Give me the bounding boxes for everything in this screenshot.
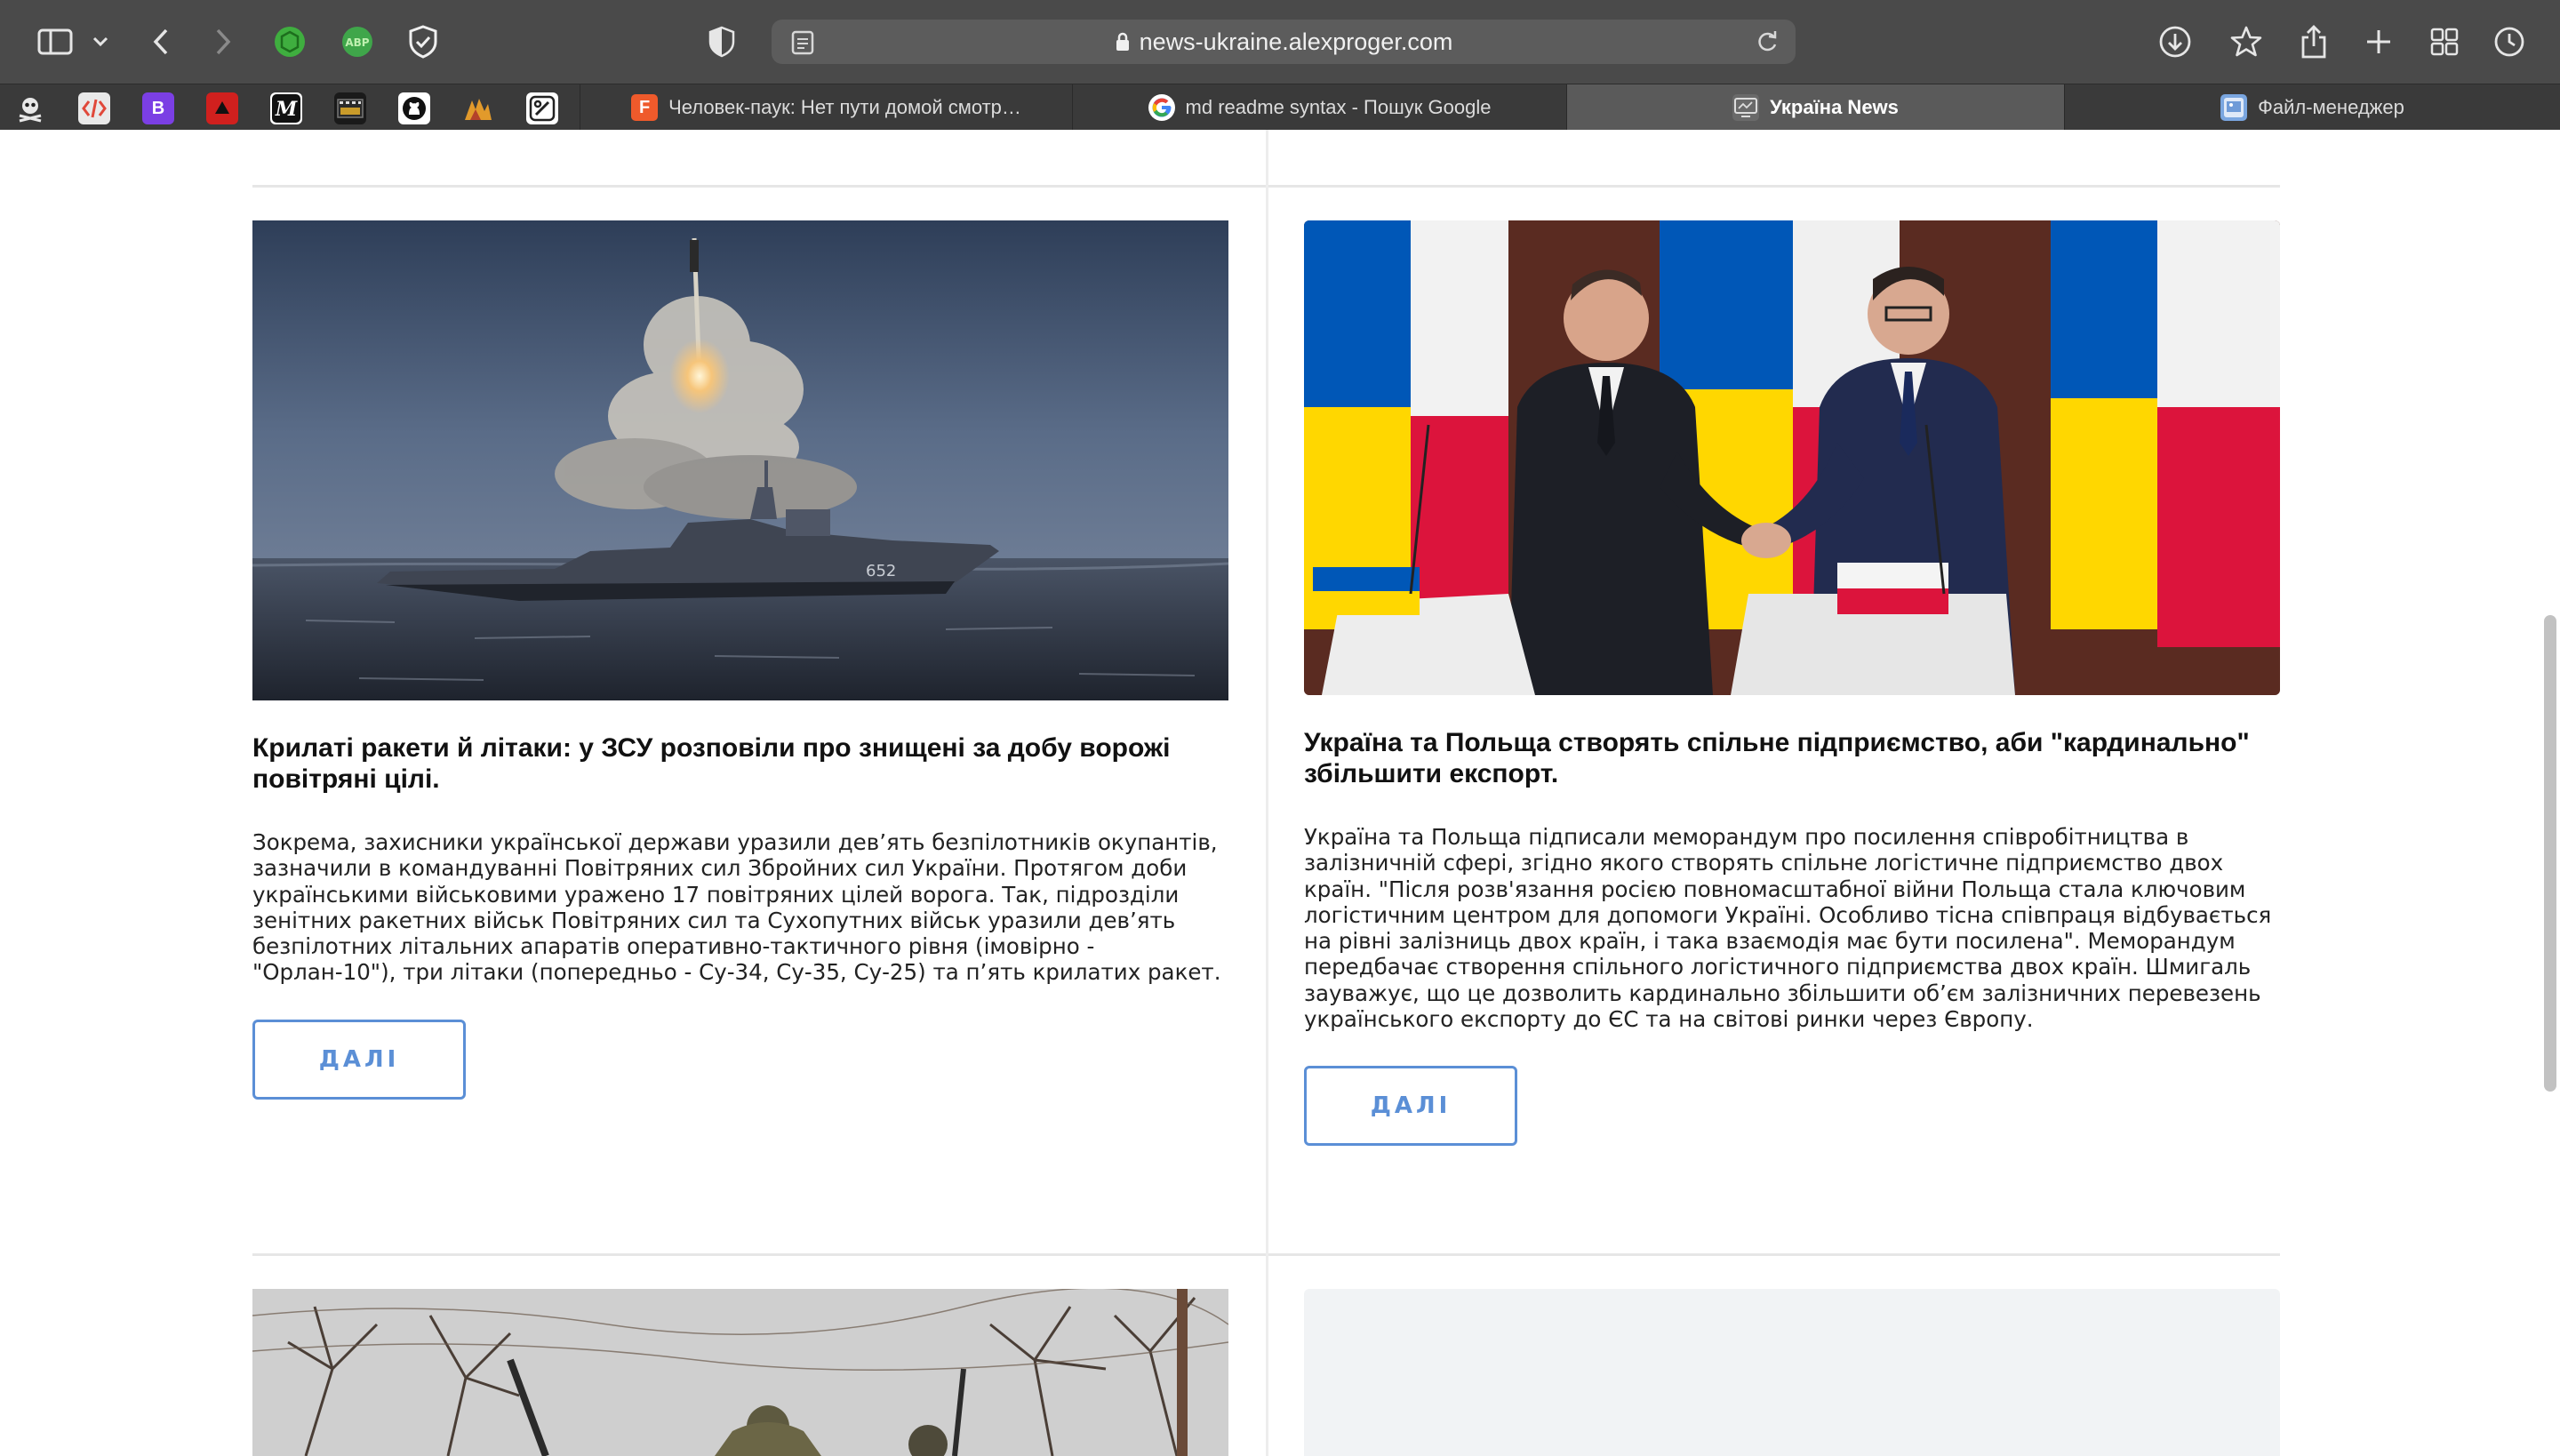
tab-bar: B M F Человек-паук: Нет пути домой смотр… [0, 84, 2560, 131]
code-icon[interactable] [78, 92, 110, 124]
article-title[interactable]: Україна та Польща створять спільне підпр… [1304, 727, 2280, 789]
read-more-button[interactable]: ДАЛІ [252, 1019, 466, 1100]
article-image-handshake[interactable] [1304, 220, 2280, 695]
tab-title: Файл-менеджер [2258, 96, 2404, 118]
url-value: news-ukraine.alexproger.com [1139, 28, 1453, 55]
chevron-down-icon[interactable] [89, 20, 112, 64]
page-content: 652 Крилаті ракети й літаки: у ЗСУ розпо… [0, 130, 2560, 1456]
lock-icon [1115, 22, 1131, 67]
tab-icon-letter: F [638, 97, 651, 117]
anime-icon[interactable] [462, 92, 494, 124]
privacy-shield-icon[interactable] [704, 20, 740, 64]
svg-text:ABP: ABP [345, 36, 369, 49]
tab-google-search[interactable]: md readme syntax - Пошук Google [1072, 84, 1566, 131]
tab-file-manager[interactable]: Файл-менеджер [2064, 84, 2560, 131]
green-extension-icon[interactable] [272, 20, 308, 64]
medium-letter: M [275, 98, 298, 121]
row-divider [1268, 1253, 2280, 1256]
article-image-missile[interactable]: 652 [252, 220, 1228, 700]
sidebar-toggle-icon[interactable] [36, 20, 75, 64]
row-divider [1268, 185, 2280, 188]
browser-toolbar: ABP news-ukraine.alexproger.com [0, 0, 2560, 84]
downloads-icon[interactable] [2156, 20, 2194, 64]
medium-icon[interactable]: M [270, 92, 302, 124]
tab-title: md readme syntax - Пошук Google [1185, 96, 1492, 118]
google-icon [1148, 94, 1175, 121]
column-divider [1266, 130, 1268, 1456]
share-icon[interactable] [2295, 20, 2332, 64]
address-bar[interactable]: news-ukraine.alexproger.com [772, 20, 1796, 64]
bootstrap-label: B [151, 98, 165, 118]
github-icon[interactable] [398, 92, 430, 124]
pirate-icon[interactable] [14, 92, 46, 124]
forward-icon[interactable] [210, 20, 236, 64]
row-divider [252, 1253, 1266, 1256]
news-card: Україна та Польща створять спільне підпр… [1304, 220, 2280, 1147]
monitor-icon [1732, 94, 1760, 121]
reload-icon[interactable] [1755, 29, 1780, 59]
article-title[interactable]: Крилаті ракети й літаки: у ЗСУ розповіли… [252, 732, 1228, 795]
tab-ukraine-news[interactable]: Україна News [1566, 84, 2064, 131]
read-more-button[interactable]: ДАЛІ [1304, 1066, 1517, 1147]
tab-spider-man[interactable]: F Человек-паук: Нет пути домой смотр… [580, 84, 1072, 131]
red-app-icon[interactable] [206, 92, 238, 124]
film-icon[interactable] [334, 92, 366, 124]
bookmark-star-icon[interactable] [2228, 20, 2265, 64]
shield-check-icon[interactable] [405, 20, 441, 64]
new-tab-icon[interactable] [2361, 20, 2396, 64]
file-manager-icon [2220, 94, 2248, 121]
url-text[interactable]: news-ukraine.alexproger.com [772, 20, 1796, 64]
article-summary: Україна та Польща підписали меморандум п… [1304, 824, 2272, 1033]
back-icon[interactable] [148, 20, 174, 64]
film-site-icon: F [631, 94, 659, 121]
scrollbar[interactable] [2544, 615, 2556, 1092]
tool-icon[interactable] [526, 92, 558, 124]
row-divider [252, 185, 1266, 188]
bootstrap-icon[interactable]: B [142, 92, 174, 124]
tab-title: Человек-паук: Нет пути домой смотр… [668, 96, 1021, 118]
tab-title: Україна News [1770, 96, 1899, 118]
tab-overview-icon[interactable] [2427, 20, 2462, 64]
news-card: 652 Крилаті ракети й літаки: у ЗСУ розпо… [252, 220, 1228, 1100]
adblock-icon[interactable]: ABP [340, 20, 375, 64]
article-summary: Зокрема, захисники української держави у… [252, 829, 1221, 986]
hull-number: 652 [866, 562, 896, 580]
history-icon[interactable] [2491, 20, 2528, 64]
article-image-placeholder[interactable] [1304, 1289, 2280, 1456]
article-image-soldiers[interactable] [252, 1289, 1228, 1456]
